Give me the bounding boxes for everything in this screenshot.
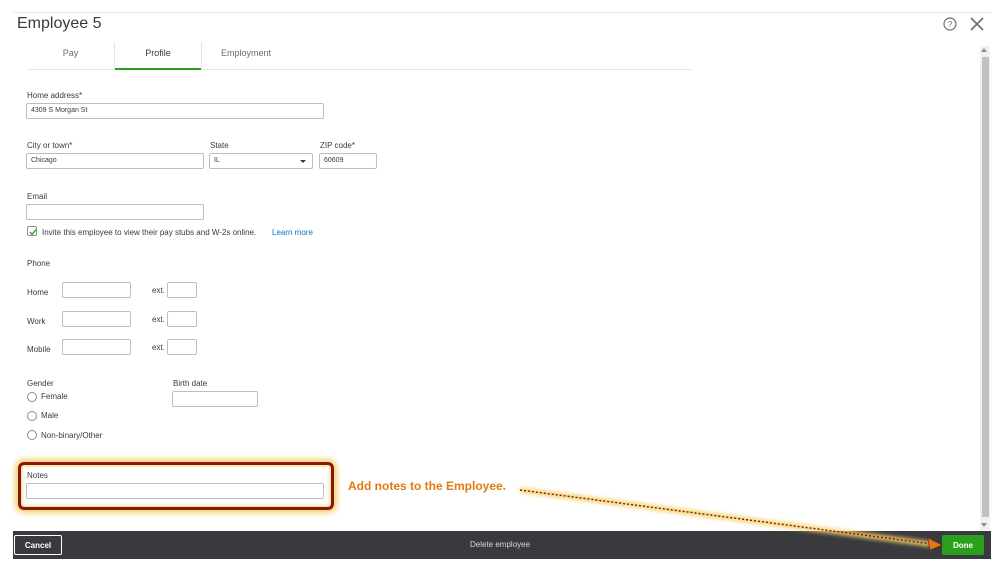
- annotation-text: Add notes to the Employee.: [348, 479, 507, 493]
- tab-employment[interactable]: Employment: [202, 42, 290, 70]
- invite-checkbox[interactable]: [27, 226, 37, 236]
- tab-bar: Pay Profile Employment: [27, 42, 692, 70]
- gender-option-male: Male: [41, 411, 59, 420]
- state-label: State: [210, 141, 229, 150]
- phone-home-ext-label: ext.: [152, 286, 165, 295]
- tab-pay[interactable]: Pay: [27, 42, 114, 70]
- scroll-up-icon[interactable]: [981, 48, 987, 52]
- help-icon[interactable]: ?: [943, 17, 957, 31]
- phone-home-label: Home: [27, 288, 49, 297]
- city-label: City or town*: [27, 141, 73, 150]
- chevron-down-icon: [300, 160, 306, 163]
- phone-mobile-label: Mobile: [27, 345, 51, 354]
- zip-input[interactable]: 60609: [319, 153, 377, 169]
- scrollbar-thumb[interactable]: [982, 57, 989, 517]
- done-button[interactable]: Done: [942, 535, 984, 555]
- phone-work-input[interactable]: [62, 311, 131, 327]
- phone-mobile-ext-input[interactable]: [167, 339, 197, 355]
- scroll-down-icon[interactable]: [981, 523, 987, 527]
- phone-section-label: Phone: [27, 259, 51, 268]
- gender-radio-nonbinary[interactable]: [27, 430, 37, 440]
- home-address-label: Home address*: [27, 91, 83, 100]
- employee-dialog: Employee 5 ? Pay Profile Employment Home…: [0, 0, 999, 580]
- email-input[interactable]: [26, 204, 204, 220]
- gender-option-female: Female: [41, 392, 68, 401]
- svg-text:?: ?: [948, 20, 953, 29]
- phone-mobile-input[interactable]: [62, 339, 131, 355]
- city-input[interactable]: Chicago: [26, 153, 204, 169]
- cancel-button[interactable]: Cancel: [14, 535, 62, 555]
- close-icon[interactable]: [969, 16, 985, 32]
- phone-home-ext-input[interactable]: [167, 282, 197, 298]
- phone-work-ext-label: ext.: [152, 315, 165, 324]
- dialog-title: Employee 5: [17, 15, 102, 32]
- notes-input[interactable]: [26, 483, 324, 499]
- phone-work-label: Work: [27, 317, 46, 326]
- gender-label: Gender: [27, 379, 54, 388]
- notes-label: Notes: [27, 471, 48, 480]
- home-address-input[interactable]: 4309 S Morgan St: [26, 103, 324, 119]
- learn-more-link[interactable]: Learn more: [272, 228, 313, 237]
- phone-work-ext-input[interactable]: [167, 311, 197, 327]
- birth-date-label: Birth date: [173, 379, 208, 388]
- phone-home-input[interactable]: [62, 282, 131, 298]
- state-value: IL: [214, 157, 220, 164]
- gender-option-nonbinary: Non-binary/Other: [41, 431, 103, 440]
- zip-label: ZIP code*: [320, 141, 355, 150]
- gender-radio-male[interactable]: [27, 411, 37, 421]
- state-select[interactable]: IL: [209, 153, 313, 169]
- gender-radio-female[interactable]: [27, 392, 37, 402]
- email-label: Email: [27, 192, 48, 201]
- delete-employee-link[interactable]: Delete employee: [470, 540, 530, 549]
- birth-date-input[interactable]: [172, 391, 258, 407]
- invite-label: Invite this employee to view their pay s…: [42, 228, 257, 237]
- phone-mobile-ext-label: ext.: [152, 343, 165, 352]
- tab-profile[interactable]: Profile: [115, 42, 201, 70]
- check-icon: [29, 229, 37, 236]
